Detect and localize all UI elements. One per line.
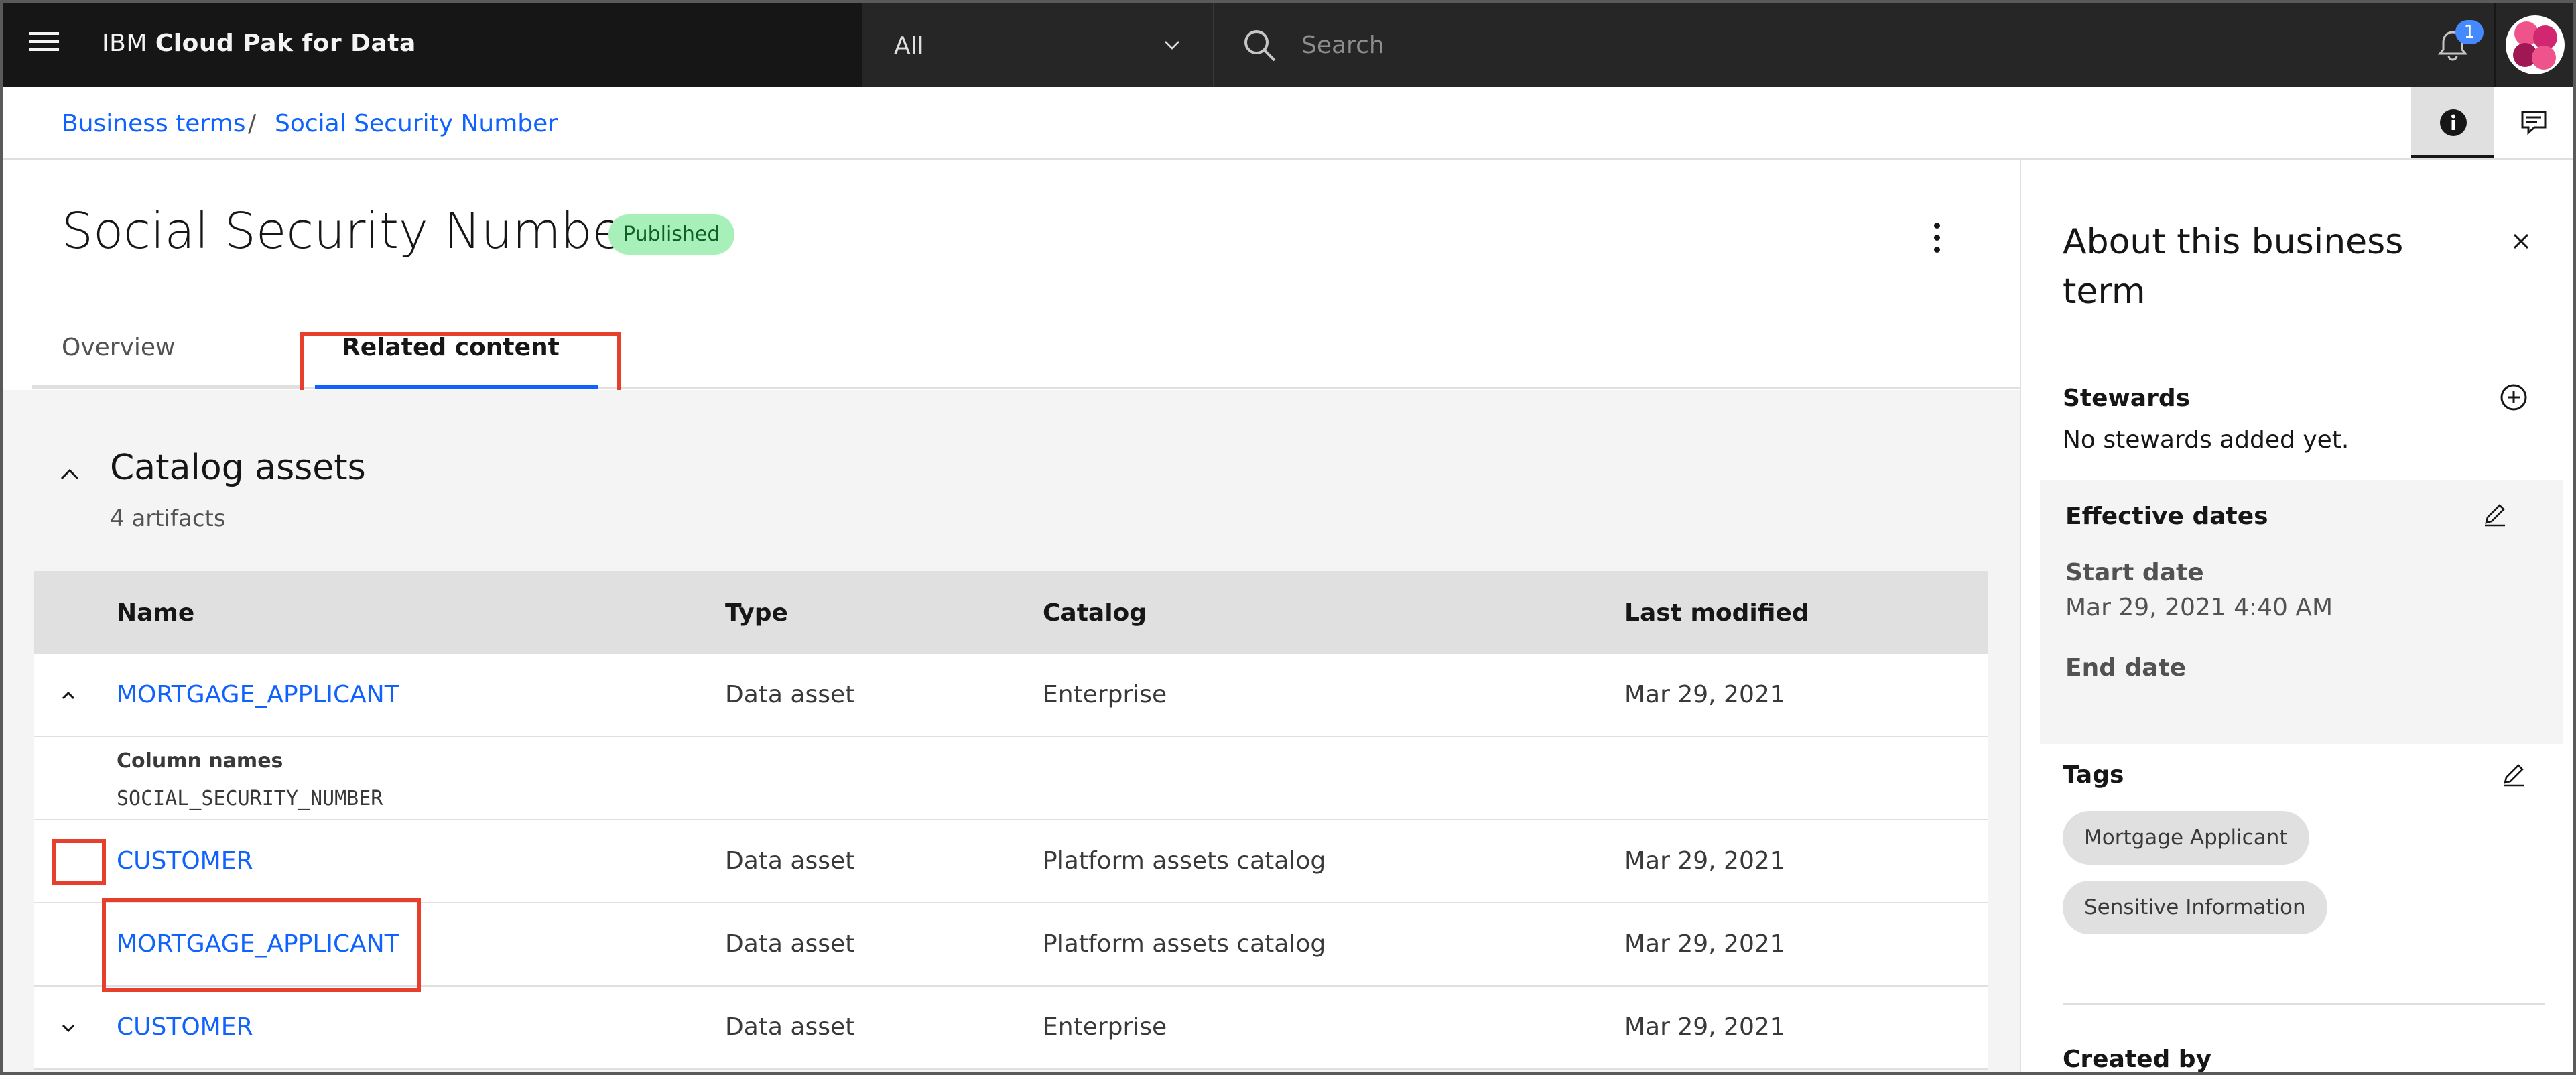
- notifications-button[interactable]: 1: [2410, 3, 2494, 87]
- chevron-up-icon[interactable]: [48, 678, 88, 713]
- column-header-name[interactable]: Name: [117, 599, 194, 627]
- column-names-label: Column names: [117, 749, 283, 773]
- status-badge: Published: [608, 214, 735, 255]
- asset-type: Data asset: [725, 930, 855, 958]
- search-input[interactable]: [1301, 23, 2307, 67]
- asset-catalog: Enterprise: [1043, 681, 1167, 708]
- end-date-label: End date: [2065, 654, 2187, 682]
- asset-name-link[interactable]: CUSTOMER: [117, 847, 253, 875]
- product-name[interactable]: IBM Cloud Pak for Data: [102, 29, 416, 57]
- effective-dates-card: Effective dates Start date Mar 29, 2021 …: [2040, 480, 2563, 744]
- main-content: Social Security Number Published Overvie…: [3, 160, 2020, 1072]
- table-row[interactable]: MORTGAGE_APPLICANT Data asset Platform a…: [34, 903, 1988, 987]
- breadcrumb-business-terms[interactable]: Business terms: [62, 110, 245, 137]
- asset-catalog: Enterprise: [1043, 1013, 1167, 1041]
- created-by-heading: Created by: [2063, 1046, 2212, 1073]
- overflow-menu-icon[interactable]: [1919, 223, 1954, 263]
- chevron-down-icon[interactable]: [48, 1011, 88, 1046]
- stewards-empty-text: No stewards added yet.: [2063, 426, 2349, 454]
- stewards-heading: Stewards: [2063, 385, 2191, 412]
- column-names-value: SOCIAL_SECURITY_NUMBER: [117, 787, 383, 810]
- section-subtitle: 4 artifacts: [110, 505, 226, 532]
- user-avatar[interactable]: [2496, 3, 2573, 87]
- comments-panel-toggle[interactable]: [2497, 87, 2573, 158]
- asset-type: Data asset: [725, 1013, 855, 1041]
- close-icon[interactable]: [2505, 225, 2537, 257]
- search-icon: [1244, 30, 1276, 62]
- table-row[interactable]: CUSTOMER Data asset Platform assets cata…: [34, 820, 1988, 903]
- info-panel-toggle[interactable]: [2411, 87, 2494, 158]
- breadcrumb-current-term[interactable]: Social Security Number: [275, 110, 558, 137]
- avatar-icon: [2506, 15, 2565, 74]
- table-row[interactable]: CUSTOMER Data asset Enterprise Mar 29, 2…: [34, 987, 1988, 1070]
- tab-related-content[interactable]: Related content: [315, 324, 598, 389]
- table-header: Name Type Catalog Last modified: [34, 571, 1988, 654]
- scope-value: All: [894, 32, 924, 60]
- notification-badge: 1: [2455, 20, 2484, 44]
- top-header: IBM Cloud Pak for Data All 1: [3, 3, 2573, 87]
- asset-catalog: Platform assets catalog: [1043, 930, 1326, 958]
- tags-heading: Tags: [2063, 761, 2124, 789]
- asset-type: Data asset: [725, 847, 855, 875]
- tag-chip[interactable]: Mortgage Applicant: [2063, 811, 2309, 865]
- asset-last-modified: Mar 29, 2021: [1624, 681, 1785, 708]
- asset-name-link[interactable]: MORTGAGE_APPLICANT: [117, 681, 399, 708]
- chevron-down-icon: [1165, 41, 1179, 50]
- scope-dropdown[interactable]: All: [862, 3, 1213, 87]
- menu-icon[interactable]: [29, 32, 62, 56]
- start-date-label: Start date: [2065, 559, 2204, 586]
- add-steward-icon[interactable]: [2498, 382, 2529, 413]
- side-panel-title: About this business term: [2063, 222, 2404, 312]
- asset-type: Data asset: [725, 681, 855, 708]
- start-date-value: Mar 29, 2021 4:40 AM: [2065, 594, 2333, 621]
- divider: [2063, 1003, 2545, 1005]
- catalog-assets-section: Catalog assets 4 artifacts Name Type Cat…: [3, 390, 2020, 1072]
- asset-catalog: Platform assets catalog: [1043, 847, 1326, 875]
- expanded-row-detail: Column names SOCIAL_SECURITY_NUMBER: [34, 737, 1988, 820]
- app-window: IBM Cloud Pak for Data All 1: [0, 0, 2576, 1075]
- tag-chip[interactable]: Sensitive Information: [2063, 881, 2327, 934]
- about-side-panel: About this business term Stewards No ste…: [2020, 160, 2573, 1073]
- table-row[interactable]: MORTGAGE_APPLICANT Data asset Enterprise…: [34, 654, 1988, 737]
- global-search[interactable]: [1213, 3, 2410, 87]
- section-title: Catalog assets: [110, 448, 366, 488]
- column-header-type[interactable]: Type: [725, 599, 788, 627]
- tab-list: Overview Related content: [32, 324, 2020, 389]
- column-header-last-modified[interactable]: Last modified: [1624, 599, 1809, 627]
- catalog-assets-table: Name Type Catalog Last modified MORTGAGE…: [34, 571, 1988, 1070]
- breadcrumb-separator: /: [248, 110, 257, 137]
- comment-icon: [2521, 111, 2547, 135]
- column-header-catalog[interactable]: Catalog: [1043, 599, 1147, 627]
- asset-name-link[interactable]: MORTGAGE_APPLICANT: [117, 930, 399, 958]
- breadcrumb: Business terms / Social Security Number: [3, 87, 2573, 160]
- asset-name-link[interactable]: CUSTOMER: [117, 1013, 253, 1041]
- page-title: Social Security Number: [62, 202, 643, 260]
- edit-icon[interactable]: [2498, 759, 2529, 789]
- tab-overview[interactable]: Overview: [32, 324, 300, 389]
- asset-last-modified: Mar 29, 2021: [1624, 847, 1785, 875]
- info-icon: [2440, 109, 2467, 136]
- asset-last-modified: Mar 29, 2021: [1624, 1013, 1785, 1041]
- chevron-up-icon[interactable]: [56, 464, 83, 484]
- brand-name: Cloud Pak for Data: [155, 29, 416, 57]
- brand-prefix: IBM: [102, 29, 155, 57]
- edit-icon[interactable]: [2480, 499, 2510, 529]
- effective-dates-heading: Effective dates: [2065, 503, 2268, 530]
- asset-last-modified: Mar 29, 2021: [1624, 930, 1785, 958]
